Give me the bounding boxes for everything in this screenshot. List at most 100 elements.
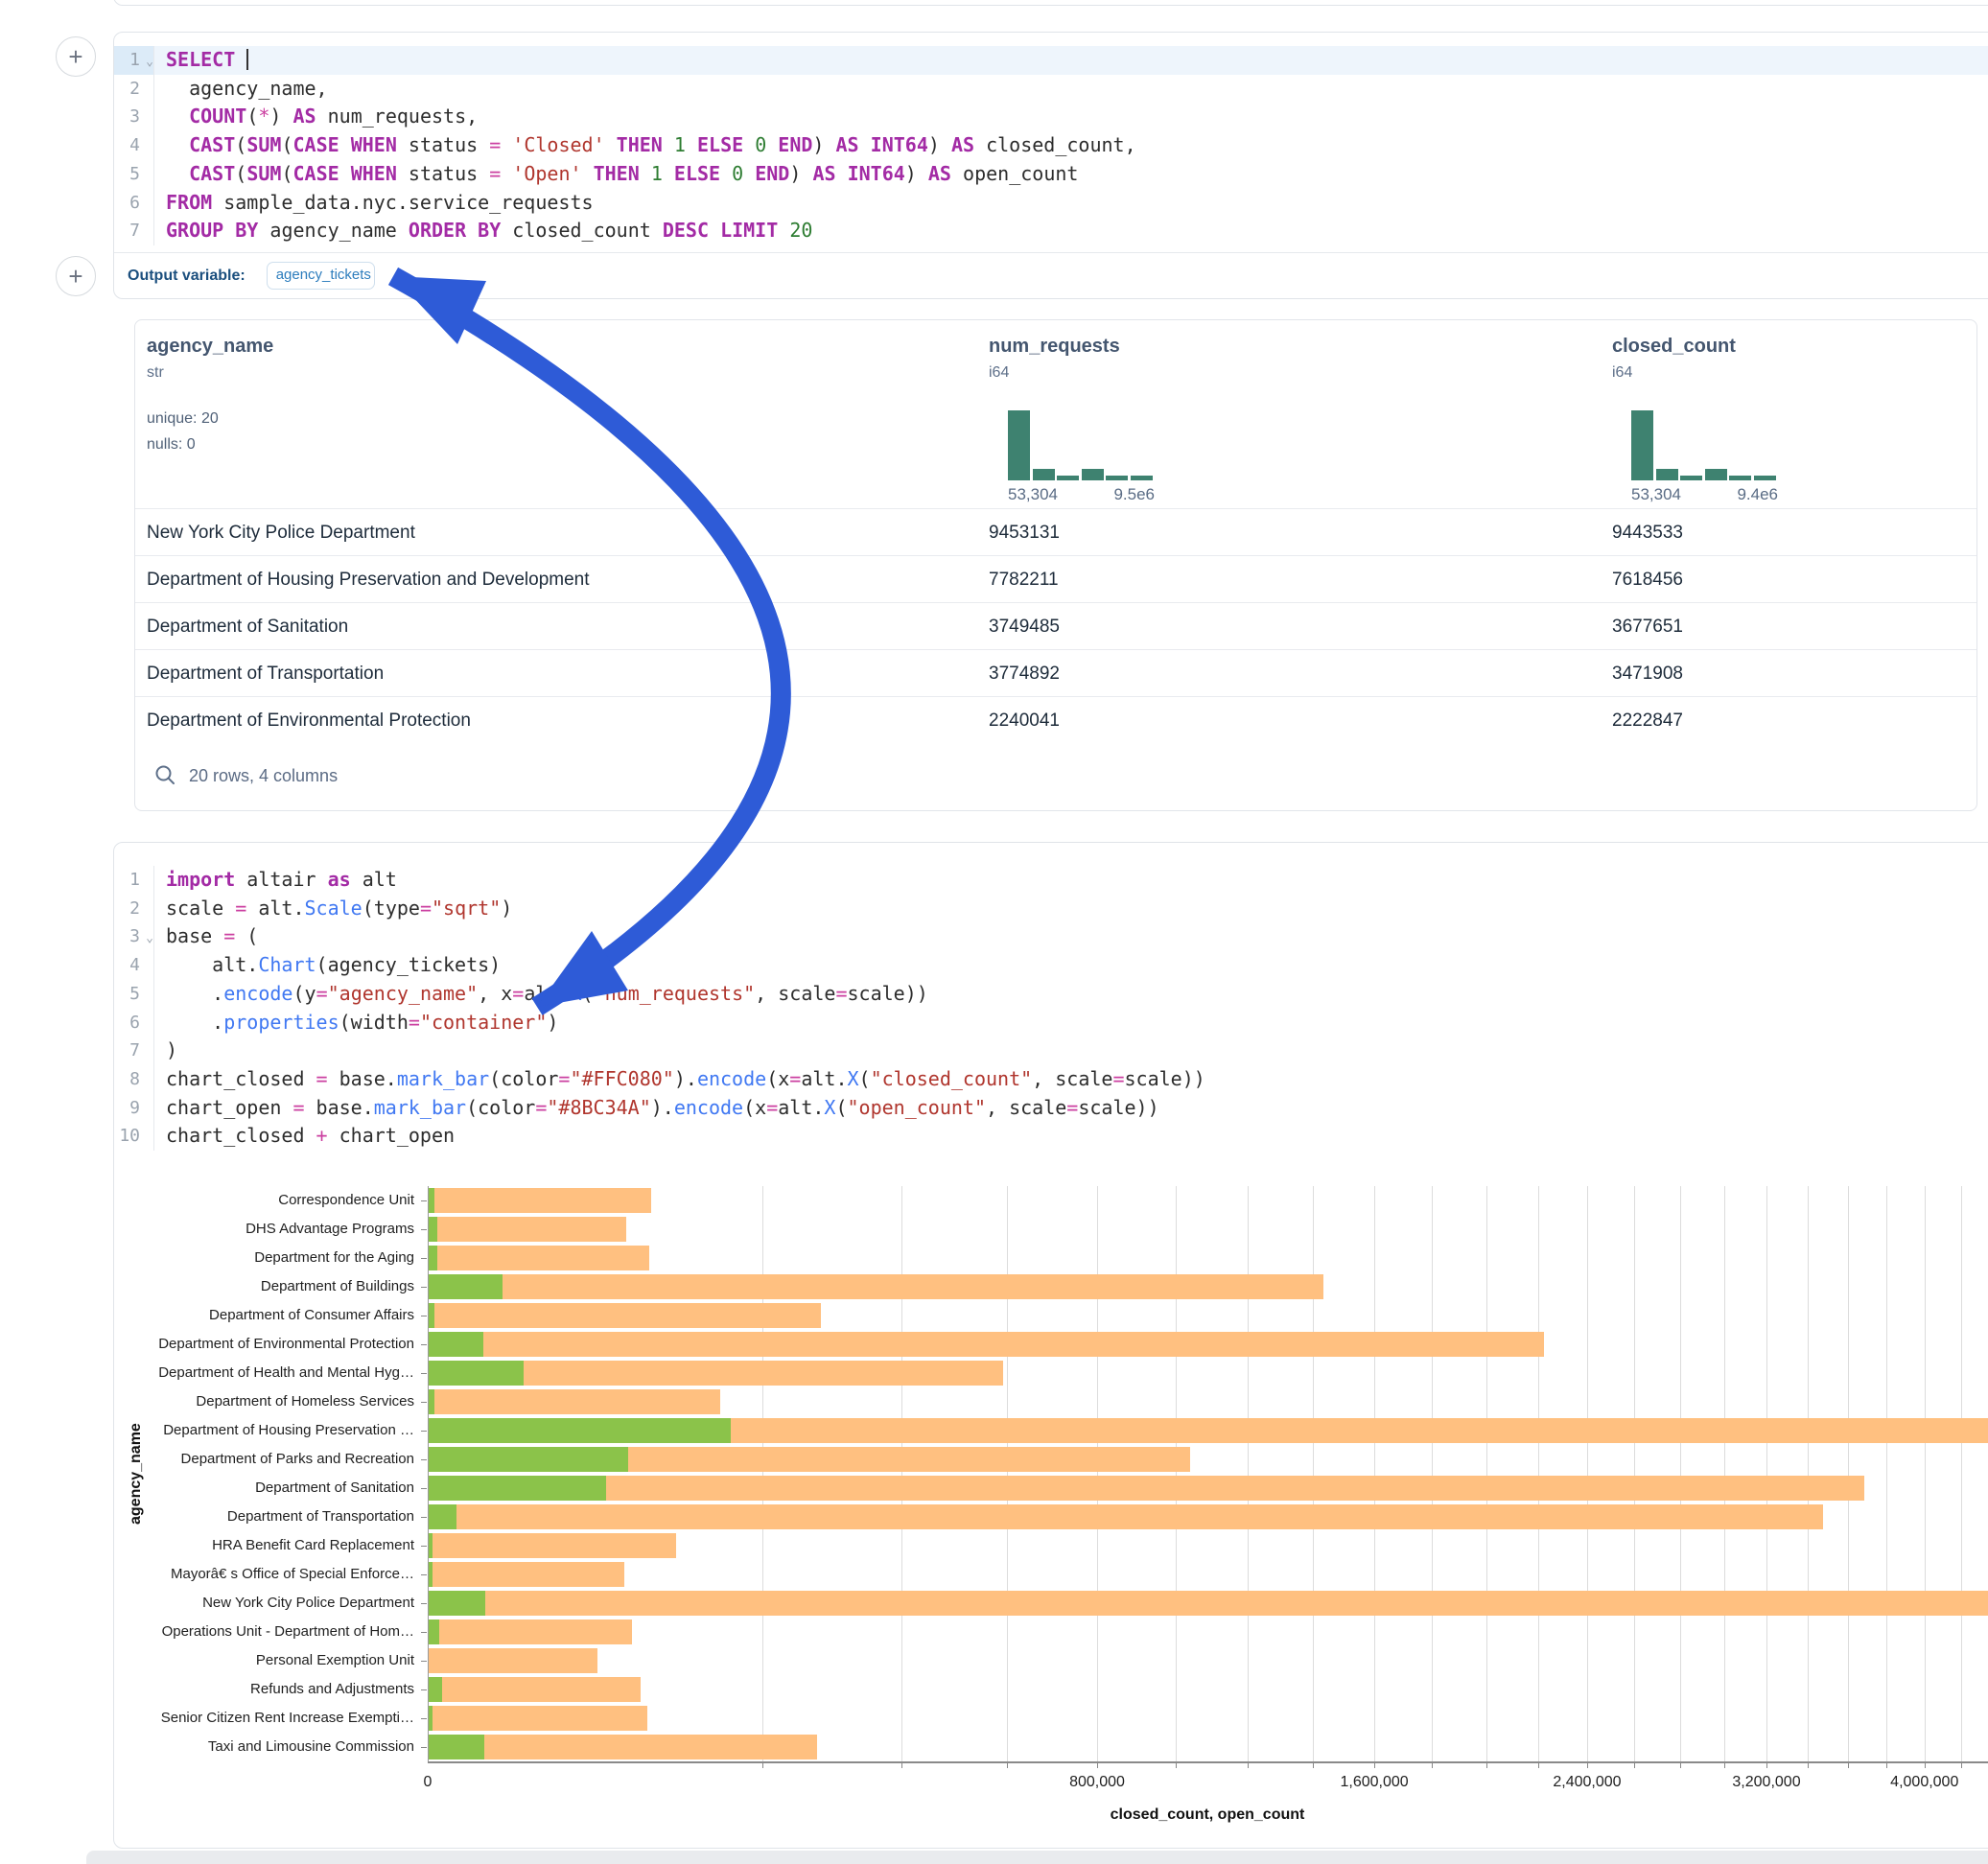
- table-cell: 2222847: [1612, 697, 1683, 744]
- histogram-bar: [1106, 476, 1128, 480]
- line-number: 6: [114, 189, 154, 218]
- code-line: 7GROUP BY agency_name ORDER BY closed_co…: [114, 217, 1988, 245]
- line-number: 7: [114, 217, 154, 245]
- add-cell-button-middle[interactable]: +: [56, 256, 96, 296]
- column-name: agency_name: [147, 336, 273, 358]
- line-number: 7: [114, 1037, 154, 1065]
- code-line: 2 agency_name,: [114, 75, 1988, 104]
- code-line: 6FROM sample_data.nyc.service_requests: [114, 189, 1988, 218]
- table-cell: 3677651: [1612, 603, 1683, 650]
- histogram-bar: [1008, 410, 1030, 480]
- histogram-bar: [1656, 469, 1678, 480]
- next-cell-remnant: [86, 1851, 1988, 1864]
- code-line: 10chart_closed + chart_open: [114, 1122, 1988, 1151]
- code-line: 4 alt.Chart(agency_tickets): [114, 951, 1988, 980]
- histogram-max-label: 9.5e6: [1113, 485, 1155, 504]
- python-cell: 1import altair as alt2scale = alt.Scale(…: [113, 842, 1988, 1849]
- line-number: 3⌄: [114, 922, 154, 951]
- line-number: 4: [114, 951, 154, 980]
- code-line: 9chart_open = base.mark_bar(color="#8BC3…: [114, 1094, 1988, 1123]
- sql-code-editor[interactable]: 1⌄SELECT 2 agency_name,3 COUNT(*) AS num…: [114, 33, 1988, 245]
- table-row[interactable]: Department of Environmental Protection 22…: [135, 696, 1976, 743]
- table-cell: 3774892: [989, 650, 1060, 697]
- table-row[interactable]: Department of Sanitation 3749485 3677651: [135, 602, 1976, 649]
- histogram-bar: [1705, 469, 1727, 480]
- table-cell: Department of Environmental Protection: [147, 697, 471, 744]
- column-stat: unique: 20: [147, 410, 219, 428]
- column-histogram: [1631, 410, 1776, 480]
- search-icon[interactable]: [154, 764, 175, 785]
- python-code-editor[interactable]: 1import altair as alt2scale = alt.Scale(…: [114, 843, 1988, 1151]
- code-line: 7): [114, 1037, 1988, 1065]
- histogram-bar: [1631, 410, 1653, 480]
- text-cursor: [246, 49, 248, 70]
- code-line: 1import altair as alt: [114, 866, 1988, 895]
- code-line: 1⌄SELECT: [114, 46, 1988, 75]
- column-name: closed_count: [1612, 336, 1736, 358]
- table-row[interactable]: Department of Transportation377489234719…: [135, 649, 1976, 696]
- table-cell: 7782211: [989, 556, 1059, 603]
- line-number: 2: [114, 895, 154, 923]
- column-name: num_requests: [989, 336, 1120, 358]
- code-line: 5 CAST(SUM(CASE WHEN status = 'Open' THE…: [114, 160, 1988, 189]
- histogram-bar: [1057, 476, 1079, 480]
- histogram-min-label: 53,304: [1008, 485, 1058, 504]
- code-line: 6 .properties(width="container"): [114, 1009, 1988, 1037]
- column-type: i64: [989, 364, 1009, 382]
- dataframe-footer: 20 rows, 4 columns: [135, 741, 1976, 810]
- line-number: 4: [114, 131, 154, 160]
- collapse-chevron-icon[interactable]: ⌄: [146, 924, 153, 953]
- histogram-bar: [1131, 476, 1153, 480]
- line-number: 5: [114, 980, 154, 1009]
- column-header[interactable]: closed_count i64 53,3049.4e6: [1612, 320, 1977, 508]
- column-type: i64: [1612, 364, 1632, 382]
- line-number: 6: [114, 1009, 154, 1037]
- table-row[interactable]: Department of Housing Preservation and D…: [135, 555, 1976, 602]
- output-variable-chip[interactable]: agency_tickets: [267, 262, 375, 290]
- table-cell: 3471908: [1612, 650, 1683, 697]
- column-stat: nulls: 0: [147, 436, 196, 454]
- code-line: 4 CAST(SUM(CASE WHEN status = 'Closed' T…: [114, 131, 1988, 160]
- line-number: 1⌄: [114, 46, 154, 75]
- line-number: 8: [114, 1065, 154, 1094]
- histogram-bar: [1082, 469, 1104, 480]
- line-number: 2: [114, 75, 154, 104]
- table-row[interactable]: New York City Police Department 9453131 94…: [135, 508, 1976, 555]
- table-cell: 2240041: [989, 697, 1060, 744]
- histogram-bar: [1754, 476, 1776, 480]
- column-type: str: [147, 364, 164, 382]
- table-cell: 9453131: [989, 509, 1060, 556]
- code-line: 3 COUNT(*) AS num_requests,: [114, 103, 1988, 131]
- table-cell: Department of Housing Preservation and D…: [147, 556, 590, 603]
- previous-cell-remnant: [113, 0, 1988, 6]
- collapse-chevron-icon[interactable]: ⌄: [146, 48, 153, 77]
- output-variable-row: Output variable: agency_tickets: [114, 252, 1988, 299]
- output-variable-label: Output variable:: [128, 268, 246, 285]
- column-histogram: [1008, 410, 1153, 480]
- table-cell: 7618456: [1612, 556, 1683, 603]
- row-column-count: 20 rows, 4 columns: [189, 766, 338, 786]
- table-cell: 9443533: [1612, 509, 1683, 556]
- dataframe-preview: agency_namestr unique: 20 nulls: 0 num_requ…: [134, 319, 1977, 811]
- histogram-bar: [1680, 476, 1702, 480]
- sql-cell: 1⌄SELECT 2 agency_name,3 COUNT(*) AS num…: [113, 32, 1988, 299]
- histogram-bar: [1729, 476, 1751, 480]
- column-header[interactable]: agency_namestr unique: 20 nulls: 0: [147, 320, 722, 508]
- table-cell: 3749485: [989, 603, 1060, 650]
- line-number: 3: [114, 103, 154, 131]
- line-number: 1: [114, 866, 154, 895]
- histogram-bar: [1033, 469, 1055, 480]
- table-cell: Department of Sanitation: [147, 603, 348, 650]
- histogram-range-labels: 53,3049.4e6: [1631, 485, 1778, 504]
- add-cell-button-top[interactable]: +: [56, 36, 96, 77]
- line-number: 5: [114, 160, 154, 189]
- histogram-min-label: 53,304: [1631, 485, 1681, 504]
- line-number: 9: [114, 1094, 154, 1123]
- column-header[interactable]: num_requests i64 53,304 9.5e6: [989, 320, 1564, 508]
- table-cell: New York City Police Department: [147, 509, 415, 556]
- code-line: 3⌄base = (: [114, 922, 1988, 951]
- code-line: 2scale = alt.Scale(type="sqrt"): [114, 895, 1988, 923]
- line-number: 10: [114, 1122, 154, 1151]
- code-line: 5 .encode(y="agency_name", x=alt.X("num_…: [114, 980, 1988, 1009]
- histogram-range-labels: 53,304 9.5e6: [1008, 485, 1155, 504]
